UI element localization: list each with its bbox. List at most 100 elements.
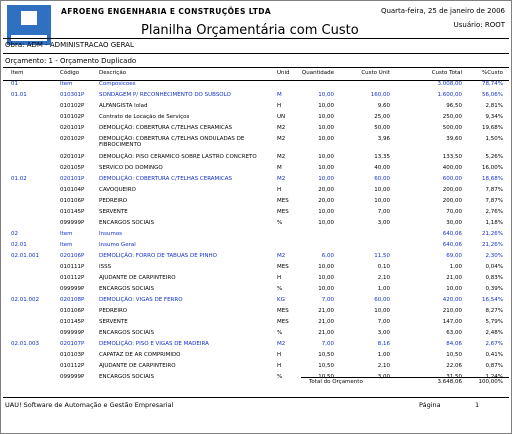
- cell-item: 01.01: [11, 92, 27, 98]
- cell-desc: DEMOLIÇÃO: COBERTURA C/TELHAS CERAMICAS: [99, 125, 233, 131]
- cell-ct: 30,00: [446, 220, 462, 226]
- cell-ct: 10,00: [446, 286, 462, 292]
- cell-pct: 8,27%: [485, 308, 503, 314]
- cell-desc: SERVICO DO DOMINGO: [99, 165, 163, 171]
- cell-cod: 020102P: [60, 136, 85, 142]
- cell-cod: Item: [60, 231, 73, 237]
- cell-qtd: 10,00: [318, 165, 334, 171]
- cell-und: H: [277, 187, 282, 193]
- table-row: 020105P SERVICO DO DOMINGO M 10,00 40,00 400,…: [1, 165, 511, 176]
- cell-cu: 160,00: [370, 92, 390, 98]
- cell-cod: 010145P: [60, 319, 85, 325]
- cell-ct: 147,00: [442, 319, 462, 325]
- cell-und: M2: [277, 125, 286, 131]
- cell-desc: ISSS: [99, 264, 112, 270]
- cell-ct: 39,60: [446, 136, 462, 142]
- cell-und: UN: [277, 114, 286, 120]
- cell-pct: 2,48%: [485, 330, 503, 336]
- col-descricao: Descrição: [99, 70, 127, 76]
- cell-qtd: 20,00: [318, 198, 334, 204]
- cell-und: M2: [277, 176, 286, 182]
- cell-qtd: 10,00: [318, 220, 334, 226]
- cell-cu: 3,96: [377, 136, 390, 142]
- table-row: 010145P SERVENTE MES 10,00 7,00 70,00 2,76%: [1, 209, 511, 220]
- cell-ct: 69,00: [446, 253, 462, 259]
- cell-qtd: 10,00: [318, 92, 334, 98]
- divider: [3, 397, 509, 398]
- cell-und: H: [277, 363, 282, 369]
- cell-item: 01: [11, 81, 18, 87]
- cell-cu: 3,00: [377, 330, 390, 336]
- cell-und: MES: [277, 319, 289, 325]
- cell-cod: 099999P: [60, 286, 85, 292]
- table-row: 01.01 010301P SONDAGEM P/ RECONHECIMENTO D…: [1, 92, 511, 103]
- table-row: 010104P CAVOQUEIRO H 20,00 10,00 200,00 7,87%: [1, 187, 511, 198]
- cell-cod: 010145P: [60, 209, 85, 215]
- cell-ct: 21,00: [446, 275, 462, 281]
- cell-cod: 020105P: [60, 165, 85, 171]
- cell-cu: 13,35: [374, 154, 390, 160]
- obra-label: Obra: ADM - ADMINISTRACAO GERAL: [5, 41, 134, 49]
- cell-cod: 099999P: [60, 220, 85, 226]
- cell-cu: 3,00: [377, 220, 390, 226]
- cell-ct: 10,50: [446, 352, 462, 358]
- cell-qtd: 10,00: [318, 125, 334, 131]
- cell-ct: 250,00: [442, 114, 462, 120]
- cell-ct: 500,00: [442, 125, 462, 131]
- table-row: 02.01 Item Insumo Geral 640,06 21,26%: [1, 242, 511, 253]
- table-row: 010102P ALFANGISTA lolad H 10,00 9,60 96,50 2,…: [1, 103, 511, 114]
- cell-ct: 3.008,00: [437, 81, 463, 87]
- report-date: Quarta-feira, 25 de janeiro de 2006: [380, 7, 505, 15]
- cell-ct: 96,50: [446, 103, 462, 109]
- cell-und: H: [277, 103, 282, 109]
- cell-cod: 020107P: [60, 341, 85, 347]
- cell-desc: DEMOLIÇÃO: COBERTURA C/TELHAS ONDULADAS …: [99, 136, 245, 148]
- cell-item: 02: [11, 231, 18, 237]
- cell-item: 02.01.002: [11, 297, 39, 303]
- cell-pct: 56,06%: [482, 92, 503, 98]
- total-label: Total do Orçamento: [309, 379, 363, 385]
- cell-pct: 21,26%: [482, 242, 503, 248]
- cell-qtd: 10,50: [318, 352, 334, 358]
- total-value: 3.648,06: [437, 379, 463, 385]
- cell-cod: 020108P: [60, 297, 85, 303]
- cell-cu: 8,16: [377, 341, 390, 347]
- cell-qtd: 21,00: [318, 319, 334, 325]
- cell-ct: 200,00: [442, 187, 462, 193]
- cell-cod: 010106P: [60, 198, 85, 204]
- table-row: 099999P ENCARGOS SOCIAIS% 10,00 1,00 10,00 0,…: [1, 286, 511, 297]
- logo-mark: [21, 11, 37, 25]
- cell-und: %: [277, 330, 283, 336]
- table-row: 020102P DEMOLIÇÃO: COBERTURA C/TELHAS OND…: [1, 136, 511, 154]
- table-row: 010102P Contrato de Locação de Serviços UN…: [1, 114, 511, 125]
- cell-pct: 5,26%: [485, 154, 503, 160]
- cell-cu: 10,00: [374, 187, 390, 193]
- cell-qtd: 20,00: [318, 187, 334, 193]
- cell-qtd: 21,00: [318, 330, 334, 336]
- cell-cu: 1,00: [377, 286, 390, 292]
- cell-desc: Contrato de Locação de Serviços: [99, 114, 190, 120]
- cell-pct: 16,00%: [482, 165, 503, 171]
- cell-und: M2: [277, 341, 286, 347]
- cell-desc: DEMOLIÇÃO: COBERTURA C/TELHAS CERAMICAS: [99, 176, 233, 182]
- cell-ct: 210,00: [442, 308, 462, 314]
- col-custo-unit: Custo Unit: [361, 70, 390, 76]
- cell-cod: 010112P: [60, 363, 85, 369]
- cell-desc: SERVENTE: [99, 319, 128, 325]
- cell-cu: 25,00: [374, 114, 390, 120]
- cell-desc: AJUDANTE DE CARPINTEIRO: [99, 275, 176, 281]
- table-row: 02.01.001 020106P DEMOLIÇÃO: FORRO DE TABU…: [1, 253, 511, 264]
- cell-desc: ENCARGOS SOCIAIS: [99, 286, 155, 292]
- cell-pct: 2,67%: [485, 341, 503, 347]
- cell-pct: 7,87%: [485, 187, 503, 193]
- cell-desc: Insumos: [99, 231, 123, 237]
- company-logo: [7, 5, 51, 45]
- cell-desc: SERVENTE: [99, 209, 128, 215]
- cell-pct: 1,50%: [485, 136, 503, 142]
- cell-cod: 020101P: [60, 125, 85, 131]
- cell-cu: 1,00: [377, 352, 390, 358]
- cell-cod: 010102P: [60, 103, 85, 109]
- cell-cu: 0,10: [377, 264, 390, 270]
- cell-qtd: 10,50: [318, 363, 334, 369]
- cell-ct: 70,00: [446, 209, 462, 215]
